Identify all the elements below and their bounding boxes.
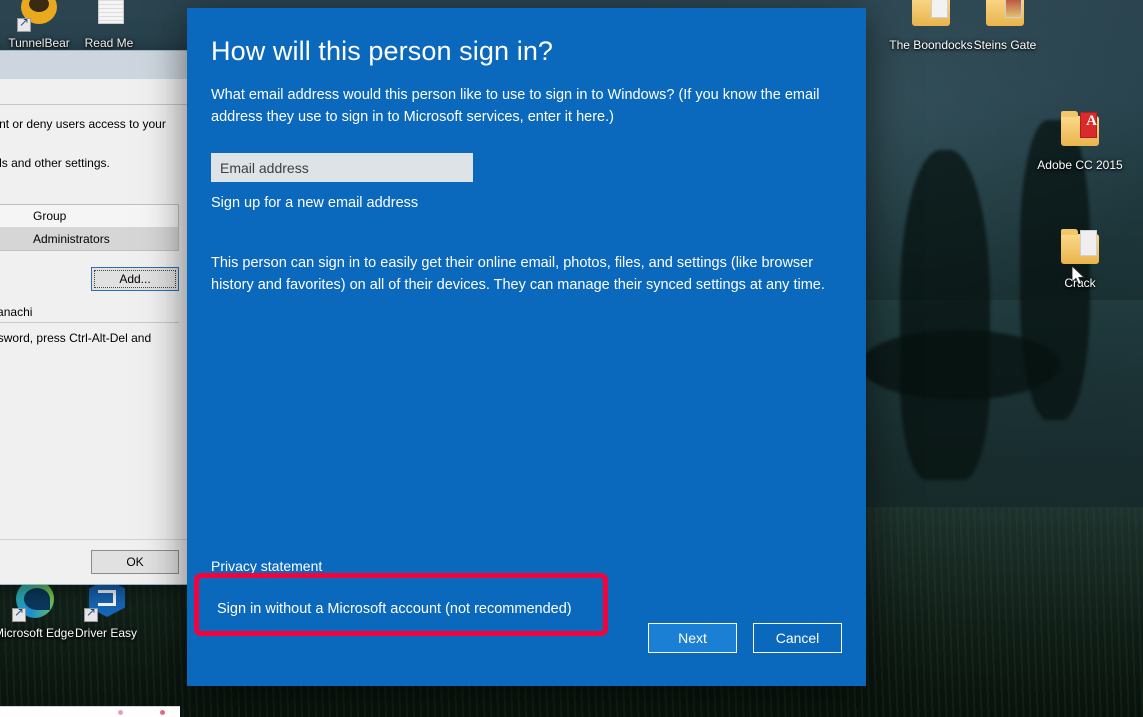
folder-icon <box>1056 228 1104 272</box>
cell-user-name: Irene Okpanachi <box>0 228 25 250</box>
page-title: How will this person sign in? <box>211 36 554 66</box>
password-section-line-2: Password. <box>0 361 179 376</box>
email-field[interactable] <box>211 153 473 182</box>
window-title-bar: User Accounts <box>0 51 189 79</box>
users-list[interactable]: User Name Group Irene Okpanachi Administ… <box>0 204 179 251</box>
taskbar-window-strip[interactable] <box>0 706 180 717</box>
desktop-icon-adobecc[interactable]: A Adobe CC 2015 <box>1037 110 1123 172</box>
strip-indicator-icon <box>118 710 123 715</box>
dialog-content: How will this person sign in? What email… <box>187 8 866 296</box>
desktop-icon-readme[interactable]: Read Me <box>66 0 152 50</box>
sign-up-link[interactable]: Sign up for a new email address <box>211 192 418 214</box>
password-section-line-1: To change your password, press Ctrl-Alt-… <box>0 331 152 345</box>
next-button[interactable]: Next <box>648 623 737 653</box>
desktop-icon-crack[interactable]: Crack <box>1037 228 1123 290</box>
desktop-icon-label: TunnelBear <box>8 36 70 50</box>
cell-group: Administrators <box>33 232 110 246</box>
desktop-icon-label: Adobe CC 2015 <box>1037 158 1123 172</box>
strip-indicator-icon <box>160 710 165 715</box>
ok-button[interactable]: OK <box>91 550 179 574</box>
table-row[interactable]: Irene Okpanachi Administrators <box>0 228 178 250</box>
intro-line-1: Use the list below to grant or deny user… <box>0 117 166 131</box>
text-document-icon <box>85 0 133 32</box>
desktop-icon-steinsgate[interactable]: Steins Gate <box>962 0 1048 52</box>
desktop-icon-label: The Boondocks <box>889 38 973 52</box>
wallpaper-silhouette <box>900 150 990 480</box>
users-list-header: User Name Group <box>0 205 178 228</box>
intro-line-2: and to change passwords and other settin… <box>0 156 110 170</box>
password-section: Password for Irene Okpanachi To change y… <box>0 305 179 376</box>
desktop-icon-label: Crack <box>1064 276 1096 290</box>
shortcut-overlay-icon <box>84 605 98 622</box>
sign-in-without-microsoft-account-link[interactable]: Sign in without a Microsoft account (not… <box>217 598 572 620</box>
cancel-button[interactable]: Cancel <box>753 623 842 653</box>
add-user-button[interactable]: Add... <box>91 267 179 291</box>
sign-in-dialog: How will this person sign in? What email… <box>187 8 866 686</box>
column-header-group: Group <box>33 209 67 223</box>
dialog-description: What email address would this person lik… <box>211 87 820 125</box>
window-body: Use the list below to grant or deny user… <box>0 105 189 388</box>
column-header-user-name: User Name <box>0 205 25 227</box>
highlight-annotation: Sign in without a Microsoft account (not… <box>194 573 608 636</box>
shortcut-overlay-icon <box>12 605 26 622</box>
shortcut-overlay-icon <box>17 15 31 32</box>
list-button-row: Add... <box>0 267 179 291</box>
wallpaper-silhouette <box>860 330 1060 400</box>
desktop-icon-label: Read Me <box>84 36 134 50</box>
password-section-title: Password for Irene Okpanachi <box>0 305 179 323</box>
folder-icon <box>907 0 955 34</box>
desktop-icon-label: Driver Easy <box>74 626 137 640</box>
dialog-button-row: Next Cancel <box>648 623 842 653</box>
desktop-icon-drivereasy[interactable]: Driver Easy <box>63 578 149 640</box>
desktop-icon-label: Steins Gate <box>973 38 1037 52</box>
tab-strip: Advanced <box>0 79 189 105</box>
window-footer: OK <box>0 539 189 584</box>
folder-icon <box>981 0 1029 34</box>
dialog-body-text: This person can sign in to easily get th… <box>211 255 825 293</box>
user-accounts-window[interactable]: User Accounts Advanced Use the list belo… <box>0 50 190 585</box>
list-caption: Users for this computer: <box>0 180 179 195</box>
folder-icon: A <box>1056 110 1104 154</box>
tunnelbear-icon <box>15 0 63 32</box>
